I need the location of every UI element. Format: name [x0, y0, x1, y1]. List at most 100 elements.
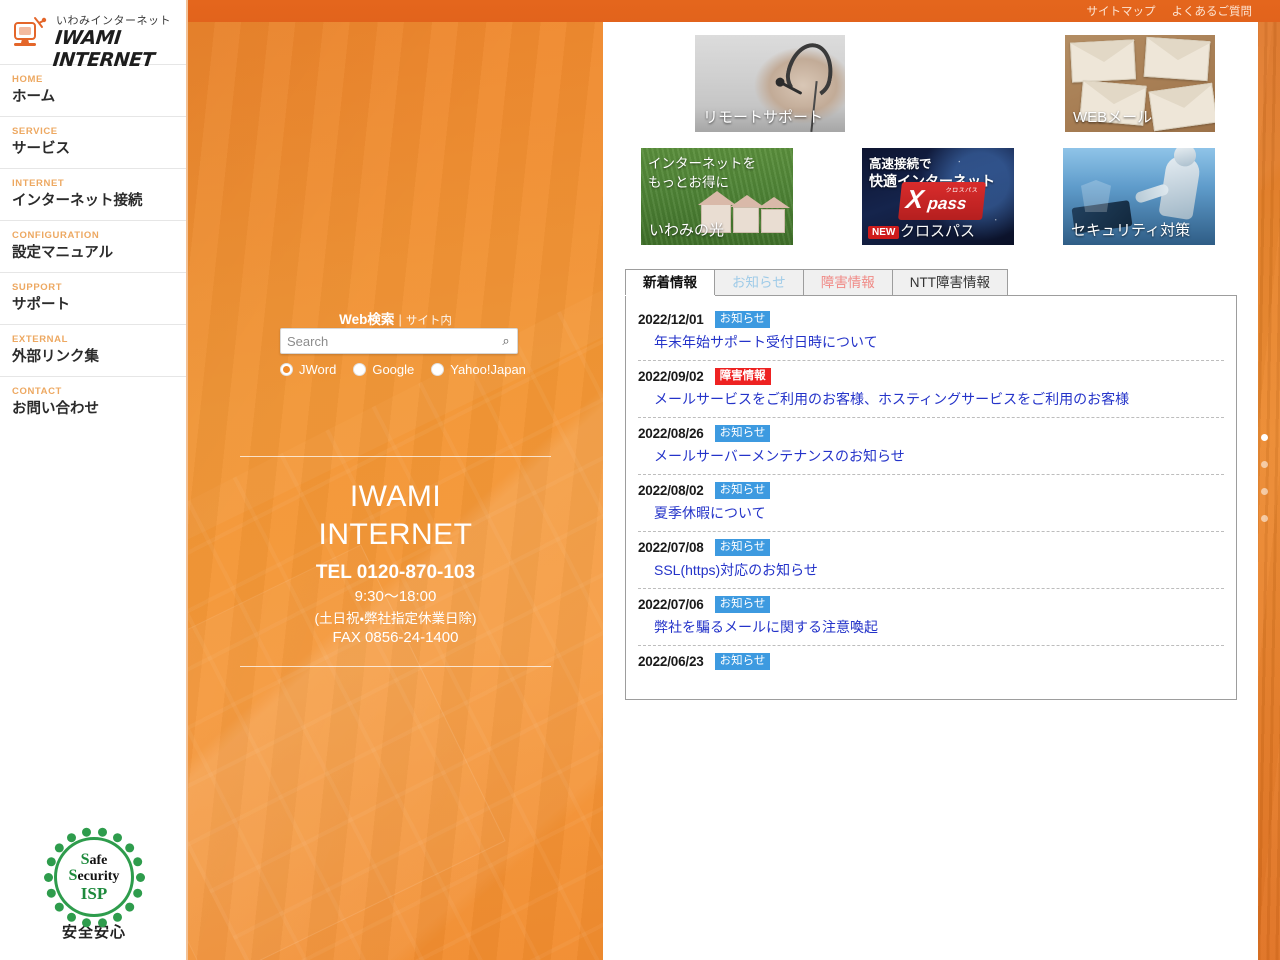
sidebar-item-configuration[interactable]: CONFIGURATION 設定マニュアル	[0, 220, 186, 272]
sidebar-item-contact-en: CONTACT	[12, 386, 62, 397]
search-tab-web[interactable]: Web検索	[339, 312, 394, 327]
news-item: 2022/07/06 お知らせ 弊社を騙るメールに関する注意喚起	[638, 589, 1224, 646]
faq-link[interactable]: よくあるご質問	[1172, 3, 1253, 19]
sidebar-item-home-label: ホーム	[12, 89, 56, 105]
news-date: 2022/06/23	[638, 654, 704, 669]
news-title-link[interactable]: 年末年始サポート受付日時について	[654, 332, 1224, 352]
sidebar-item-external-label: 外部リンク集	[12, 349, 99, 365]
site-logo[interactable]: いわみインターネット IWAMI INTERNET	[0, 0, 186, 71]
news-title-link[interactable]: 夏季休暇について	[654, 503, 1224, 523]
isp-seal-icon: Safe Security ISP	[43, 827, 145, 927]
logo-text-en: IWAMI INTERNET	[51, 27, 156, 71]
news-date: 2022/12/01	[638, 312, 704, 327]
news-item-head: 2022/12/01 お知らせ	[638, 311, 1224, 328]
news-title-link[interactable]: 弊社を騙るメールに関する注意喚起	[654, 617, 1224, 637]
banner-iwami-hikari[interactable]: インターネットをもっとお得に いわみの光	[641, 148, 793, 245]
contact-fax: FAX 0856-24-1400	[332, 629, 459, 646]
xpass-card-sub: クロスパス	[945, 188, 979, 194]
banner-web-mail[interactable]: WEBメール	[1065, 35, 1215, 132]
search-engine-jword[interactable]: JWord	[280, 362, 336, 377]
isp-line1: Safe	[80, 850, 108, 868]
banner-xpass-toptext: 高速接続で	[869, 157, 932, 171]
banner-remote-support-label: リモートサポート	[703, 109, 824, 126]
page-navigation-dots	[1258, 434, 1272, 522]
envelope-icon	[1069, 39, 1137, 83]
banner-remote-support[interactable]: リモートサポート	[695, 35, 845, 132]
xpass-card-word: pass	[926, 194, 968, 213]
banner-iwami-hikari-label: いわみの光	[649, 222, 725, 239]
banner-xpass-label: クロスパス	[900, 223, 976, 240]
page-dot-3[interactable]	[1261, 488, 1268, 495]
search-tab-site[interactable]: サイト内	[406, 315, 452, 327]
xpass-x-glyph: X	[904, 184, 926, 214]
new-badge: NEW	[868, 226, 900, 239]
tab-fault-info[interactable]: 障害情報	[802, 269, 893, 295]
sidebar-item-contact[interactable]: CONTACT お問い合わせ	[0, 376, 186, 428]
sidebar-item-external-en: EXTERNAL	[12, 334, 68, 345]
search-icon[interactable]: ⌕	[495, 329, 517, 353]
safe-security-isp-badge: Safe Security ISP 安全安心	[0, 827, 188, 942]
tab-ntt-fault[interactable]: NTT障害情報	[891, 269, 1008, 295]
banner-security-label: セキュリティ対策	[1071, 222, 1191, 239]
top-bar-links: サイトマップ よくあるご質問	[1087, 3, 1253, 19]
sidebar-item-support-label: サポート	[12, 297, 70, 313]
news-item-head: 2022/07/06 お知らせ	[638, 596, 1224, 613]
isp-line3: ISP	[80, 884, 108, 904]
search-separator: |	[398, 312, 402, 327]
news-item-head: 2022/07/08 お知らせ	[638, 539, 1224, 556]
contact-telephone: TEL 0120-870-103	[315, 562, 476, 583]
search-engine-google[interactable]: Google	[353, 362, 414, 377]
brand-name-line1: IWAMI	[349, 480, 442, 513]
radio-icon[interactable]	[431, 363, 445, 376]
sidebar-item-support[interactable]: SUPPORT サポート	[0, 272, 186, 324]
sidebar-item-internet[interactable]: INTERNET インターネット接続	[0, 168, 186, 220]
banner-xpass[interactable]: 高速接続で 快適インターネット X クロスパス pass NEW クロスパス	[862, 148, 1014, 245]
tab-notice[interactable]: お知らせ	[714, 269, 804, 295]
tab-new-info[interactable]: 新着情報	[625, 269, 715, 295]
radio-icon[interactable]	[280, 363, 293, 376]
banner-row-bottom: インターネットをもっとお得に いわみの光 高速接続で 快適インターネット X ク…	[641, 148, 1215, 245]
banner-iwami-hikari-subtext: インターネットをもっとお得に	[648, 156, 756, 190]
sidebar-item-configuration-label: 設定マニュアル	[12, 245, 114, 261]
news-tag: お知らせ	[714, 539, 771, 556]
contact-hours: 9:30～18:00	[354, 588, 437, 605]
sidebar-item-service[interactable]: SERVICE サービス	[0, 116, 186, 168]
page-dot-4[interactable]	[1261, 515, 1268, 522]
isp-line2: Security	[68, 866, 120, 884]
news-tag: お知らせ	[714, 596, 771, 613]
sidebar-item-contact-label: お問い合わせ	[12, 401, 99, 417]
search-engine-yahoo[interactable]: Yahoo!Japan	[431, 362, 526, 377]
radio-icon[interactable]	[353, 363, 367, 376]
news-item-head: 2022/06/23 お知らせ	[638, 653, 1224, 670]
computer-logo-icon	[14, 17, 47, 46]
news-title-link[interactable]: SSL(https)対応のお知らせ	[654, 560, 1224, 580]
news-title-link[interactable]: メールサーバーメンテナンスのお知らせ	[654, 446, 1224, 466]
sidebar-item-service-label: サービス	[12, 141, 70, 157]
page-root: サイトマップ よくあるご質問 リモートサポート WEBメール インターネットをも…	[0, 0, 1280, 960]
news-item-head: 2022/09/02 障害情報	[638, 368, 1224, 385]
search-engine-yahoo-label: Yahoo!Japan	[450, 362, 526, 377]
news-date: 2022/07/08	[638, 540, 704, 555]
search-engine-options: JWord Google Yahoo!Japan	[280, 362, 600, 377]
news-item-head: 2022/08/26 お知らせ	[638, 425, 1224, 442]
search-engine-jword-label: JWord	[299, 362, 337, 377]
envelope-icon	[1143, 36, 1211, 82]
page-dot-1[interactable]	[1261, 434, 1268, 441]
xpass-card-graphic: X クロスパス pass	[898, 182, 986, 220]
news-list-box[interactable]: 2022/12/01 お知らせ 年末年始サポート受付日時について 2022/09…	[625, 295, 1237, 700]
page-dot-2[interactable]	[1261, 461, 1268, 468]
search-engine-google-label: Google	[372, 362, 415, 377]
banner-security[interactable]: セキュリティ対策	[1063, 148, 1215, 245]
sidebar-item-external[interactable]: EXTERNAL 外部リンク集	[0, 324, 186, 376]
house-icon	[730, 195, 764, 233]
sidebar-item-home[interactable]: HOME ホーム	[0, 64, 186, 116]
sidebar-item-internet-en: INTERNET	[12, 178, 65, 189]
news-item: 2022/12/01 お知らせ 年末年始サポート受付日時について	[638, 304, 1224, 361]
news-item: 2022/06/23 お知らせ	[638, 646, 1224, 682]
news-tag: お知らせ	[714, 653, 771, 670]
isp-seal-text: Safe Security ISP	[57, 840, 131, 914]
news-title-link[interactable]: メールサービスをご利用のお客様、ホスティングサービスをご利用のお客様	[654, 389, 1224, 409]
search-box[interactable]: ⌕	[280, 328, 518, 354]
search-input[interactable]	[281, 329, 495, 353]
sitemap-link[interactable]: サイトマップ	[1087, 3, 1156, 19]
